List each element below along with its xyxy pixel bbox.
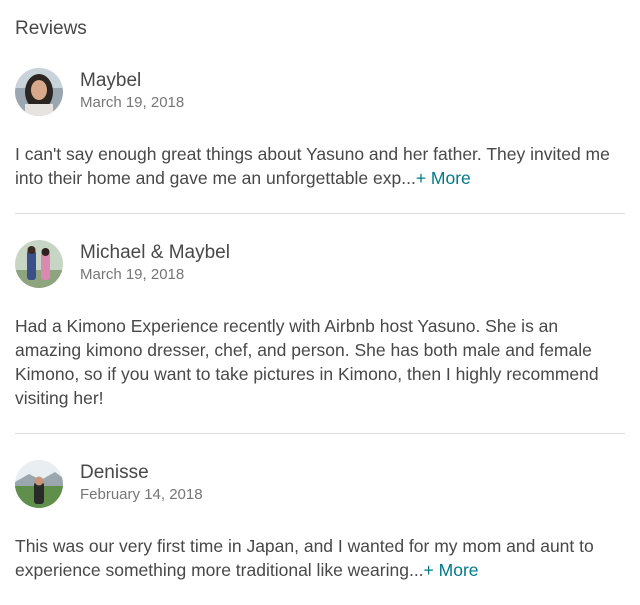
review-text-content: I can't say enough great things about Ya… — [15, 144, 610, 188]
section-title: Reviews — [15, 18, 87, 39]
review-text-content: This was our very first time in Japan, a… — [15, 536, 594, 580]
reviewer-name[interactable]: Denisse — [80, 462, 149, 484]
reviewer-name[interactable]: Maybel — [80, 70, 141, 92]
avatar-photo — [15, 460, 63, 508]
review-text: This was our very first time in Japan, a… — [15, 534, 627, 582]
review-date: March 19, 2018 — [80, 94, 185, 111]
avatar-photo — [15, 68, 63, 116]
reviewer-name[interactable]: Michael & Maybel — [80, 242, 230, 264]
avatar-photo — [15, 240, 63, 288]
review-date: March 19, 2018 — [80, 266, 185, 283]
divider — [15, 213, 625, 214]
review-text: I can't say enough great things about Ya… — [15, 142, 627, 190]
avatar[interactable] — [15, 460, 63, 508]
review-date: February 14, 2018 — [80, 486, 203, 503]
review-text-content: Had a Kimono Experience recently with Ai… — [15, 316, 599, 408]
avatar[interactable] — [15, 68, 63, 116]
more-link[interactable]: + More — [424, 560, 479, 580]
more-link[interactable]: + More — [416, 168, 471, 188]
avatar[interactable] — [15, 240, 63, 288]
divider — [15, 433, 625, 434]
reviews-section: Reviews Maybel March 19, 2018 I can't sa… — [0, 0, 640, 605]
review-text: Had a Kimono Experience recently with Ai… — [15, 314, 627, 410]
